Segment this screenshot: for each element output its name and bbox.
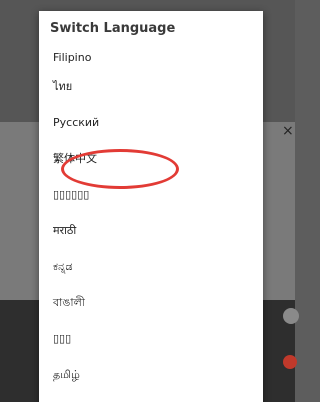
language-option-marathi[interactable]: मराठी: [39, 213, 263, 249]
language-option-kannada[interactable]: ಕನ್ನಡ: [39, 249, 263, 285]
switch-language-dialog: Switch Language Filipino ไทย Русский 繁体中…: [39, 11, 263, 402]
language-option-unrendered-2[interactable]: ▯▯▯: [39, 321, 263, 357]
language-option-bengali[interactable]: বাঙালী: [39, 285, 263, 321]
background-badge-icon: [283, 355, 297, 369]
language-option-traditional-chinese[interactable]: 繁体中文: [39, 141, 263, 177]
language-option-thai[interactable]: ไทย: [39, 69, 263, 105]
background-close-icon: ×: [282, 123, 294, 139]
language-option-unrendered-1[interactable]: ▯▯▯▯▯▯: [39, 177, 263, 213]
language-list: Filipino ไทย Русский 繁体中文 ▯▯▯▯▯▯ मराठी ಕ…: [39, 47, 263, 393]
dialog-title: Switch Language: [50, 21, 176, 36]
language-option-tamil[interactable]: தமிழ்: [39, 357, 263, 393]
language-option-russian[interactable]: Русский: [39, 105, 263, 141]
background-more-icon: [283, 308, 299, 324]
language-option-filipino[interactable]: Filipino: [39, 47, 263, 69]
